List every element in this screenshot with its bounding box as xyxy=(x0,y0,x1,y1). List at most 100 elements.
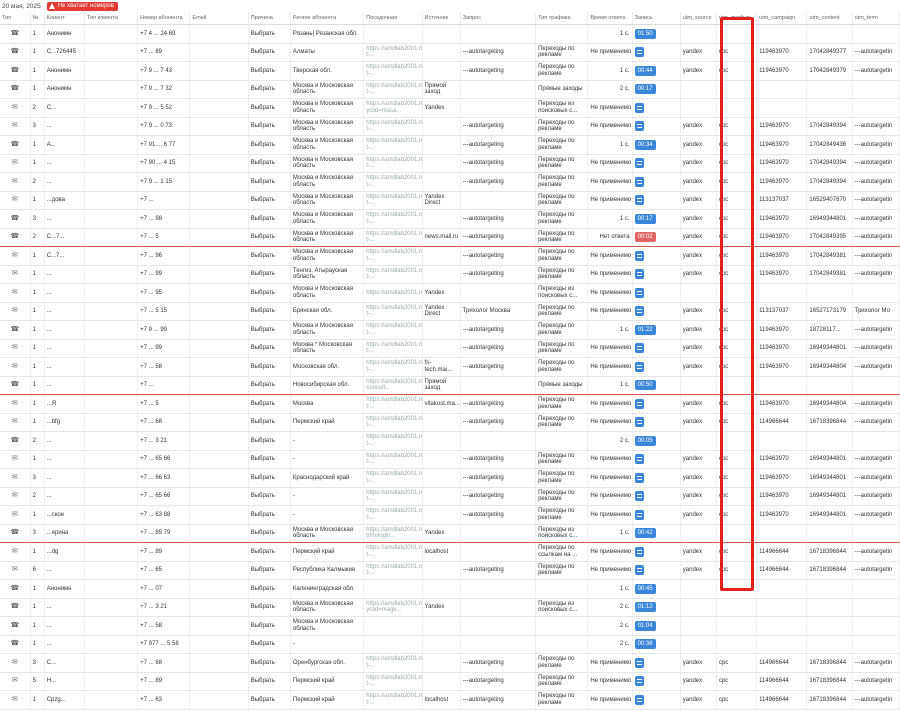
play-record-button[interactable]: 00:44 xyxy=(634,65,656,76)
cell-reason[interactable]: Выбрать xyxy=(248,24,291,44)
cell-reason[interactable]: Выбрать xyxy=(248,228,291,247)
document-icon[interactable] xyxy=(634,491,644,502)
table-row[interactable]: ✉ 1... +7 ... 95 Выбрать Москва и Московская… xyxy=(0,283,900,303)
document-icon[interactable] xyxy=(634,343,644,354)
cell-reason[interactable]: Выбрать xyxy=(248,61,291,81)
cell-reason[interactable]: Выбрать xyxy=(248,635,291,654)
play-record-button[interactable]: 01:04 xyxy=(634,620,656,631)
cell-reason[interactable]: Выбрать xyxy=(248,320,291,340)
table-row[interactable]: ☎ 1 Анонимн +7 ... 07 Выбрать Калининградская… xyxy=(0,579,900,599)
table-row[interactable]: ✉ 1... +7 ... 99 Выбрать Тенгиз, Атырауская … xyxy=(0,265,900,284)
play-record-button[interactable]: 00:02 xyxy=(634,232,656,243)
table-row[interactable]: ☎ 1... +7 ... Выбрать Новосибирская обл. http… xyxy=(0,376,900,395)
column-header[interactable]: Номер абонента xyxy=(137,12,191,25)
document-icon[interactable] xyxy=(634,250,644,261)
cell-reason[interactable]: Выбрать xyxy=(248,616,291,636)
play-record-button[interactable]: 00:17 xyxy=(634,213,656,224)
column-header[interactable]: Запрос xyxy=(460,12,537,25)
cell-reason[interactable]: Выбрать xyxy=(248,487,291,506)
column-header[interactable]: Клиент xyxy=(44,12,85,25)
document-icon[interactable] xyxy=(634,676,644,687)
play-record-button[interactable]: 00:05 xyxy=(634,435,656,446)
cell-reason[interactable]: Выбрать xyxy=(248,209,291,229)
play-record-button[interactable]: 01:12 xyxy=(634,602,656,613)
cell-reason[interactable]: Выбрать xyxy=(248,598,291,617)
table-row[interactable]: ☎ 3... +7 ... 98 Выбрать Москва и Московская… xyxy=(0,209,900,229)
column-header[interactable]: utm_content xyxy=(806,12,853,25)
table-row[interactable]: ✉ 1... +7 90 ... 4 15 Выбрать Москва и Моско… xyxy=(0,154,900,173)
table-row[interactable]: ☎ 2... +7 ... 3 21 Выбрать - https://amdlab20… xyxy=(0,431,900,451)
cell-reason[interactable]: Выбрать xyxy=(248,542,291,562)
table-row[interactable]: ✉ 1 ...bfg +7 ... 68 Выбрать Пермский край htt… xyxy=(0,413,900,432)
table-row[interactable]: ✉ 1 ...дова +7 ... Выбрать Москва и Московск… xyxy=(0,191,900,210)
column-header[interactable]: Тип клиента xyxy=(84,12,139,25)
document-icon[interactable] xyxy=(634,509,644,520)
column-header[interactable]: Причина xyxy=(248,12,291,25)
document-icon[interactable] xyxy=(634,121,644,132)
column-header[interactable]: № xyxy=(30,12,45,25)
table-row[interactable]: ✉ 2... +7 9 ... 1 15 Выбрать Москва и Москов… xyxy=(0,172,900,192)
cell-reason[interactable]: Выбрать xyxy=(248,468,291,488)
table-row[interactable]: ✉ 3 С... +7 ... 68 Выбрать Оренбургская обл. h… xyxy=(0,653,900,673)
cell-reason[interactable]: Выбрать xyxy=(248,80,291,99)
table-row[interactable]: ✉ 6... +7 ... 65 Выбрать Республика Калмыкия… xyxy=(0,561,900,580)
table-row[interactable]: ✉ 3... +7 ... 66 63 Выбрать Краснодарский кр… xyxy=(0,468,900,488)
table-row[interactable]: ✉ 1 Cpzg... +7 ... 63 Выбрать Пермский край ht… xyxy=(0,690,900,710)
cell-reason[interactable]: Выбрать xyxy=(248,283,291,303)
document-icon[interactable] xyxy=(634,546,644,557)
table-row[interactable]: ✉ 1... +7 ... 58 Выбрать Московская обл. http… xyxy=(0,357,900,377)
table-row[interactable]: ☎ 1... +7 ... 3 21 Выбрать Москва и Московск… xyxy=(0,598,900,617)
column-header[interactable]: Тип трафика xyxy=(535,12,589,25)
table-row[interactable]: ✉ 1... +7 ... 5 15 Выбрать Брянская обл. http… xyxy=(0,302,900,321)
document-icon[interactable] xyxy=(634,472,644,483)
cell-reason[interactable]: Выбрать xyxy=(248,690,291,710)
document-icon[interactable] xyxy=(634,454,644,465)
table-row[interactable]: ☎ 1 А... +7 91 ... 6 77 Выбрать Москва и Моск… xyxy=(0,135,900,155)
table-row[interactable]: ✉ 1 С...7... +7 ... 96 Выбрать Москва и Моско… xyxy=(0,246,900,266)
cell-reason[interactable]: Выбрать xyxy=(248,561,291,580)
document-icon[interactable] xyxy=(634,158,644,169)
play-record-button[interactable]: 00:17 xyxy=(634,84,656,95)
table-row[interactable]: ☎ 3 ...ерина +7 ... 85 79 Выбрать Москва и Мо… xyxy=(0,524,900,543)
cell-reason[interactable]: Выбрать xyxy=(248,135,291,155)
cell-reason[interactable]: Выбрать xyxy=(248,302,291,321)
missing-numbers-warning[interactable]: Не хватает номеров xyxy=(46,1,118,11)
column-header[interactable]: utm_campaign xyxy=(756,12,808,25)
cell-reason[interactable]: Выбрать xyxy=(248,43,291,62)
column-header[interactable]: Тип xyxy=(0,12,31,25)
cell-reason[interactable]: Выбрать xyxy=(248,394,291,414)
cell-reason[interactable]: Выбрать xyxy=(248,246,291,266)
cell-reason[interactable]: Выбрать xyxy=(248,524,291,543)
cell-reason[interactable]: Выбрать xyxy=(248,376,291,395)
table-row[interactable]: ☎ 1 Анонимн +7 9 ... 7 43 Выбрать Тверская об… xyxy=(0,61,900,81)
column-header[interactable]: utm_source xyxy=(680,12,717,25)
document-icon[interactable] xyxy=(634,102,644,113)
document-icon[interactable] xyxy=(634,565,644,576)
play-record-button[interactable]: 00:38 xyxy=(634,639,656,650)
document-icon[interactable] xyxy=(634,694,644,705)
table-row[interactable]: ✉ 1 ...Я +7 ... 5 Выбрать Москва https://amdla… xyxy=(0,394,900,414)
table-row[interactable]: ☎ 2 С...7... +7 ... 5 Выбрать Москва и Москов… xyxy=(0,228,900,247)
cell-reason[interactable]: Выбрать xyxy=(248,339,291,358)
cell-reason[interactable]: Выбрать xyxy=(248,672,291,691)
table-row[interactable]: ✉ 5 Н... +7 ... 89 Выбрать Пермский край https… xyxy=(0,672,900,691)
table-row[interactable]: ✉ 1 ...ское +7 ... 63 88 Выбрать - https://amd… xyxy=(0,505,900,525)
table-row[interactable]: ✉ 1 ...dg +7 ... 89 Выбрать Пермский край http… xyxy=(0,542,900,562)
table-row[interactable]: ☎ 1 Анонимн +7 4 ... 24 69 Выбрать Рязань| Ря… xyxy=(0,24,900,44)
document-icon[interactable] xyxy=(634,195,644,206)
play-record-button[interactable]: 01:50 xyxy=(634,28,656,39)
column-header[interactable]: Посадочная xyxy=(363,12,423,25)
document-icon[interactable] xyxy=(634,287,644,298)
column-header[interactable]: Регион абонента xyxy=(290,12,365,25)
cell-reason[interactable]: Выбрать xyxy=(248,172,291,192)
table-row[interactable]: ☎ 1... +7 977 ... 5 58 Выбрать - 2 с. 00:38 xyxy=(0,635,900,654)
table-row[interactable]: ✉ 3... +7 9 ... 0 73 Выбрать Москва и Москов… xyxy=(0,117,900,136)
cell-reason[interactable]: Выбрать xyxy=(248,431,291,451)
document-icon[interactable] xyxy=(634,361,644,372)
table-row[interactable]: ✉ 2 С... +7 9 ... 5 52 Выбрать Москва и Моско… xyxy=(0,98,900,118)
document-icon[interactable] xyxy=(634,176,644,187)
cell-reason[interactable]: Выбрать xyxy=(248,505,291,525)
cell-reason[interactable]: Выбрать xyxy=(248,450,291,469)
table-row[interactable]: ☎ 1... +7 ... 58 Выбрать Москва и Московская… xyxy=(0,616,900,636)
column-header[interactable]: utm_medium xyxy=(716,12,758,25)
